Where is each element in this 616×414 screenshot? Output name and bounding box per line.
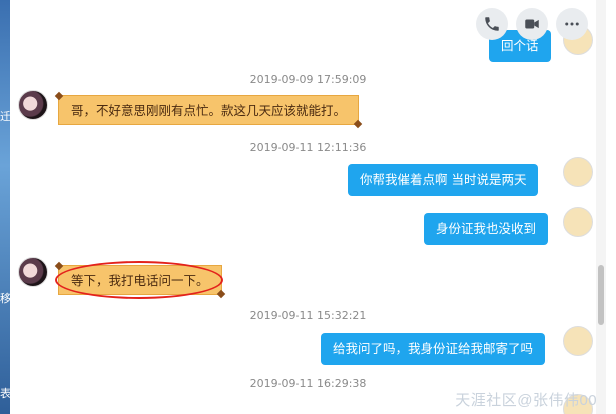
watermark: 天涯社区@张伟伟001 bbox=[455, 392, 606, 409]
message-bubble-outgoing[interactable]: 你帮我催着点啊 当时说是两天 bbox=[348, 164, 539, 196]
chat-window: 回个话 2019-09-09 17:59:09 哥，不好意思刚刚有点忙。款这几天… bbox=[10, 0, 606, 414]
desktop-glyph: 移 bbox=[0, 292, 11, 305]
message-bubble-incoming[interactable]: 哥，不好意思刚刚有点忙。款这几天应该就能打。 bbox=[58, 95, 360, 125]
chat-actions bbox=[476, 8, 588, 40]
desktop-glyph: 表 bbox=[0, 387, 11, 400]
video-icon bbox=[525, 19, 539, 29]
avatar[interactable] bbox=[18, 257, 48, 287]
avatar[interactable] bbox=[563, 207, 593, 237]
voice-call-button[interactable] bbox=[476, 8, 508, 40]
scroll-thumb[interactable] bbox=[598, 265, 604, 325]
desktop-glyph: 迁 bbox=[0, 110, 11, 123]
more-icon bbox=[565, 22, 579, 26]
message-timestamp: 2019-09-11 15:32:21 bbox=[249, 309, 367, 322]
avatar[interactable] bbox=[563, 326, 593, 356]
message-timestamp: 2019-09-11 12:11:36 bbox=[249, 141, 367, 154]
message-timestamp: 2019-09-09 17:59:09 bbox=[249, 73, 367, 86]
chat-scrollbar[interactable] bbox=[596, 0, 606, 414]
desktop-background: 迁 移 表 bbox=[0, 0, 11, 414]
avatar[interactable] bbox=[563, 157, 593, 187]
highlight-circle bbox=[55, 261, 223, 299]
more-options-button[interactable] bbox=[556, 8, 588, 40]
message-bubble-outgoing[interactable]: 给我问了吗，我身份证给我邮寄了吗 bbox=[321, 333, 546, 365]
video-call-button[interactable] bbox=[516, 8, 548, 40]
phone-icon bbox=[485, 17, 499, 31]
message-bubble-outgoing[interactable]: 身份证我也没收到 bbox=[424, 213, 549, 245]
avatar[interactable] bbox=[18, 90, 48, 120]
